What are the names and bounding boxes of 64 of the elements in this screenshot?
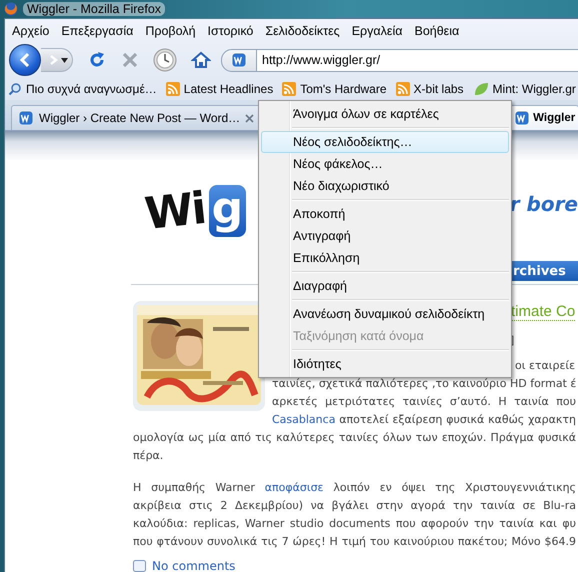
menu-item[interactable]: Επεξεργασία	[61, 24, 134, 38]
rss-feed-icon	[396, 82, 410, 96]
magnifier-icon	[8, 82, 22, 96]
text-link[interactable]: Casablanca	[272, 413, 336, 426]
forward-button[interactable]	[41, 48, 73, 72]
menu-item[interactable]: Προβολή	[145, 24, 196, 38]
comments-link[interactable]: No comments	[152, 559, 236, 572]
bookmark-item[interactable]: Latest Headlines	[166, 82, 274, 96]
paragraph-line: Η συμπαθής Warner αποφάσισε λοιπόν εν όψει της Χριστουγεννιάτικης	[133, 480, 576, 496]
close-icon[interactable]	[245, 114, 254, 122]
menu-item[interactable]: Αρχείο	[12, 24, 50, 38]
home-icon[interactable]	[191, 50, 211, 70]
menu-option[interactable]: Ανανέωση δυναμικού σελιδοδείκτη	[261, 303, 509, 325]
nav-tab[interactable]: rchives	[510, 261, 578, 281]
site-favicon	[514, 110, 530, 126]
menu-option[interactable]: Αποκοπή	[261, 203, 509, 225]
paragraph-line: ακρίβεια στις 2 Δεκεμβρίου) να βγάλει στην αγορά την ταινία σε Blu-ra	[133, 498, 576, 514]
browser-tab[interactable]: Wiggler	[510, 105, 578, 130]
browser-logo-icon	[4, 2, 18, 16]
menu-option[interactable]: Επικόλληση	[261, 247, 509, 269]
window-title: Wiggler - Mozilla Firefox	[23, 2, 166, 16]
paragraph-line: ομολογία ως μία από τις καλύτερες ταινίες όλων των εποχών. Πράγμα φυσικά	[133, 430, 576, 446]
menu-option[interactable]: Νέος φάκελος…	[261, 153, 509, 175]
paragraph-line: που φτάνουν συνολικά τις 7 ώρες! Η τιμή του καινούριου πακέτου; Μόνο $64.9	[133, 534, 576, 550]
site-favicon	[231, 52, 247, 68]
logo-mark: g	[208, 185, 246, 237]
leaf-icon	[472, 81, 489, 97]
address-field[interactable]: http://www.wiggler.gr/	[257, 48, 578, 72]
comment-icon	[133, 560, 146, 572]
tab-label: Wiggler › Create New Post — Word…	[39, 111, 240, 125]
menu-item[interactable]: Σελιδοδείκτες	[265, 24, 340, 38]
site-identity-button[interactable]	[221, 48, 257, 72]
rss-feed-icon	[282, 82, 296, 96]
menu-item[interactable]: Ιστορικό	[208, 24, 254, 38]
menu-option[interactable]: Διαγραφή	[261, 275, 509, 297]
site-favicon	[18, 110, 34, 126]
menu-option: Ταξινόμηση κατά όνομα	[261, 325, 509, 347]
caret-icon	[61, 58, 68, 62]
menu-option[interactable]: Νέο διαχωριστικό	[261, 175, 509, 197]
bookmark-label: Tom's Hardware	[300, 82, 387, 96]
paragraph-line: ταινίες, σχετικά παλιότερες ,το καινούριο HD format έ	[272, 376, 576, 392]
bookmark-label: Mint: Wiggler.gr	[492, 82, 576, 96]
paragraph-line: αρκετές μετριότατες ταινίες σ’αυτό. Η ταινία που	[272, 394, 576, 410]
clock-icon[interactable]	[153, 48, 177, 72]
bookmark-item[interactable]: Tom's Hardware	[282, 82, 387, 96]
menu-option[interactable]: Αντιγραφή	[261, 225, 509, 247]
tab-label: Wiggler	[533, 112, 576, 124]
menu-option[interactable]: Άνοιγμα όλων σε καρτέλες	[261, 103, 509, 125]
menu-option[interactable]: Νέος σελιδοδείκτης…	[261, 131, 509, 153]
bookmark-label: X-bit labs	[414, 82, 464, 96]
paragraph-line: οι εταιρείε	[515, 358, 576, 374]
menu-option[interactable]: Ιδιότητες	[261, 353, 509, 375]
paragraph-line: πέρα.	[133, 448, 164, 464]
menu-item[interactable]: Εργαλεία	[352, 24, 402, 38]
bookmark-label: Latest Headlines	[184, 82, 274, 96]
logo-text: Wi	[142, 182, 208, 240]
bookmark-item[interactable]: X-bit labs	[396, 82, 464, 96]
back-button[interactable]	[9, 44, 41, 76]
menu-item[interactable]: Βοήθεια	[414, 24, 460, 38]
paragraph-line: καλούδια: replicas, Warner studio documents που αφορούν την ταινία και φυ	[133, 516, 576, 532]
bookmark-item[interactable]: Mint: Wiggler.gr	[472, 81, 576, 97]
text-link[interactable]: αποφάσισε	[264, 481, 324, 494]
paragraph-line: Casablanca αποτελεί εξαίρεση φυσικά καθώς χαρακτη	[272, 412, 576, 428]
rss-feed-icon	[166, 82, 180, 96]
